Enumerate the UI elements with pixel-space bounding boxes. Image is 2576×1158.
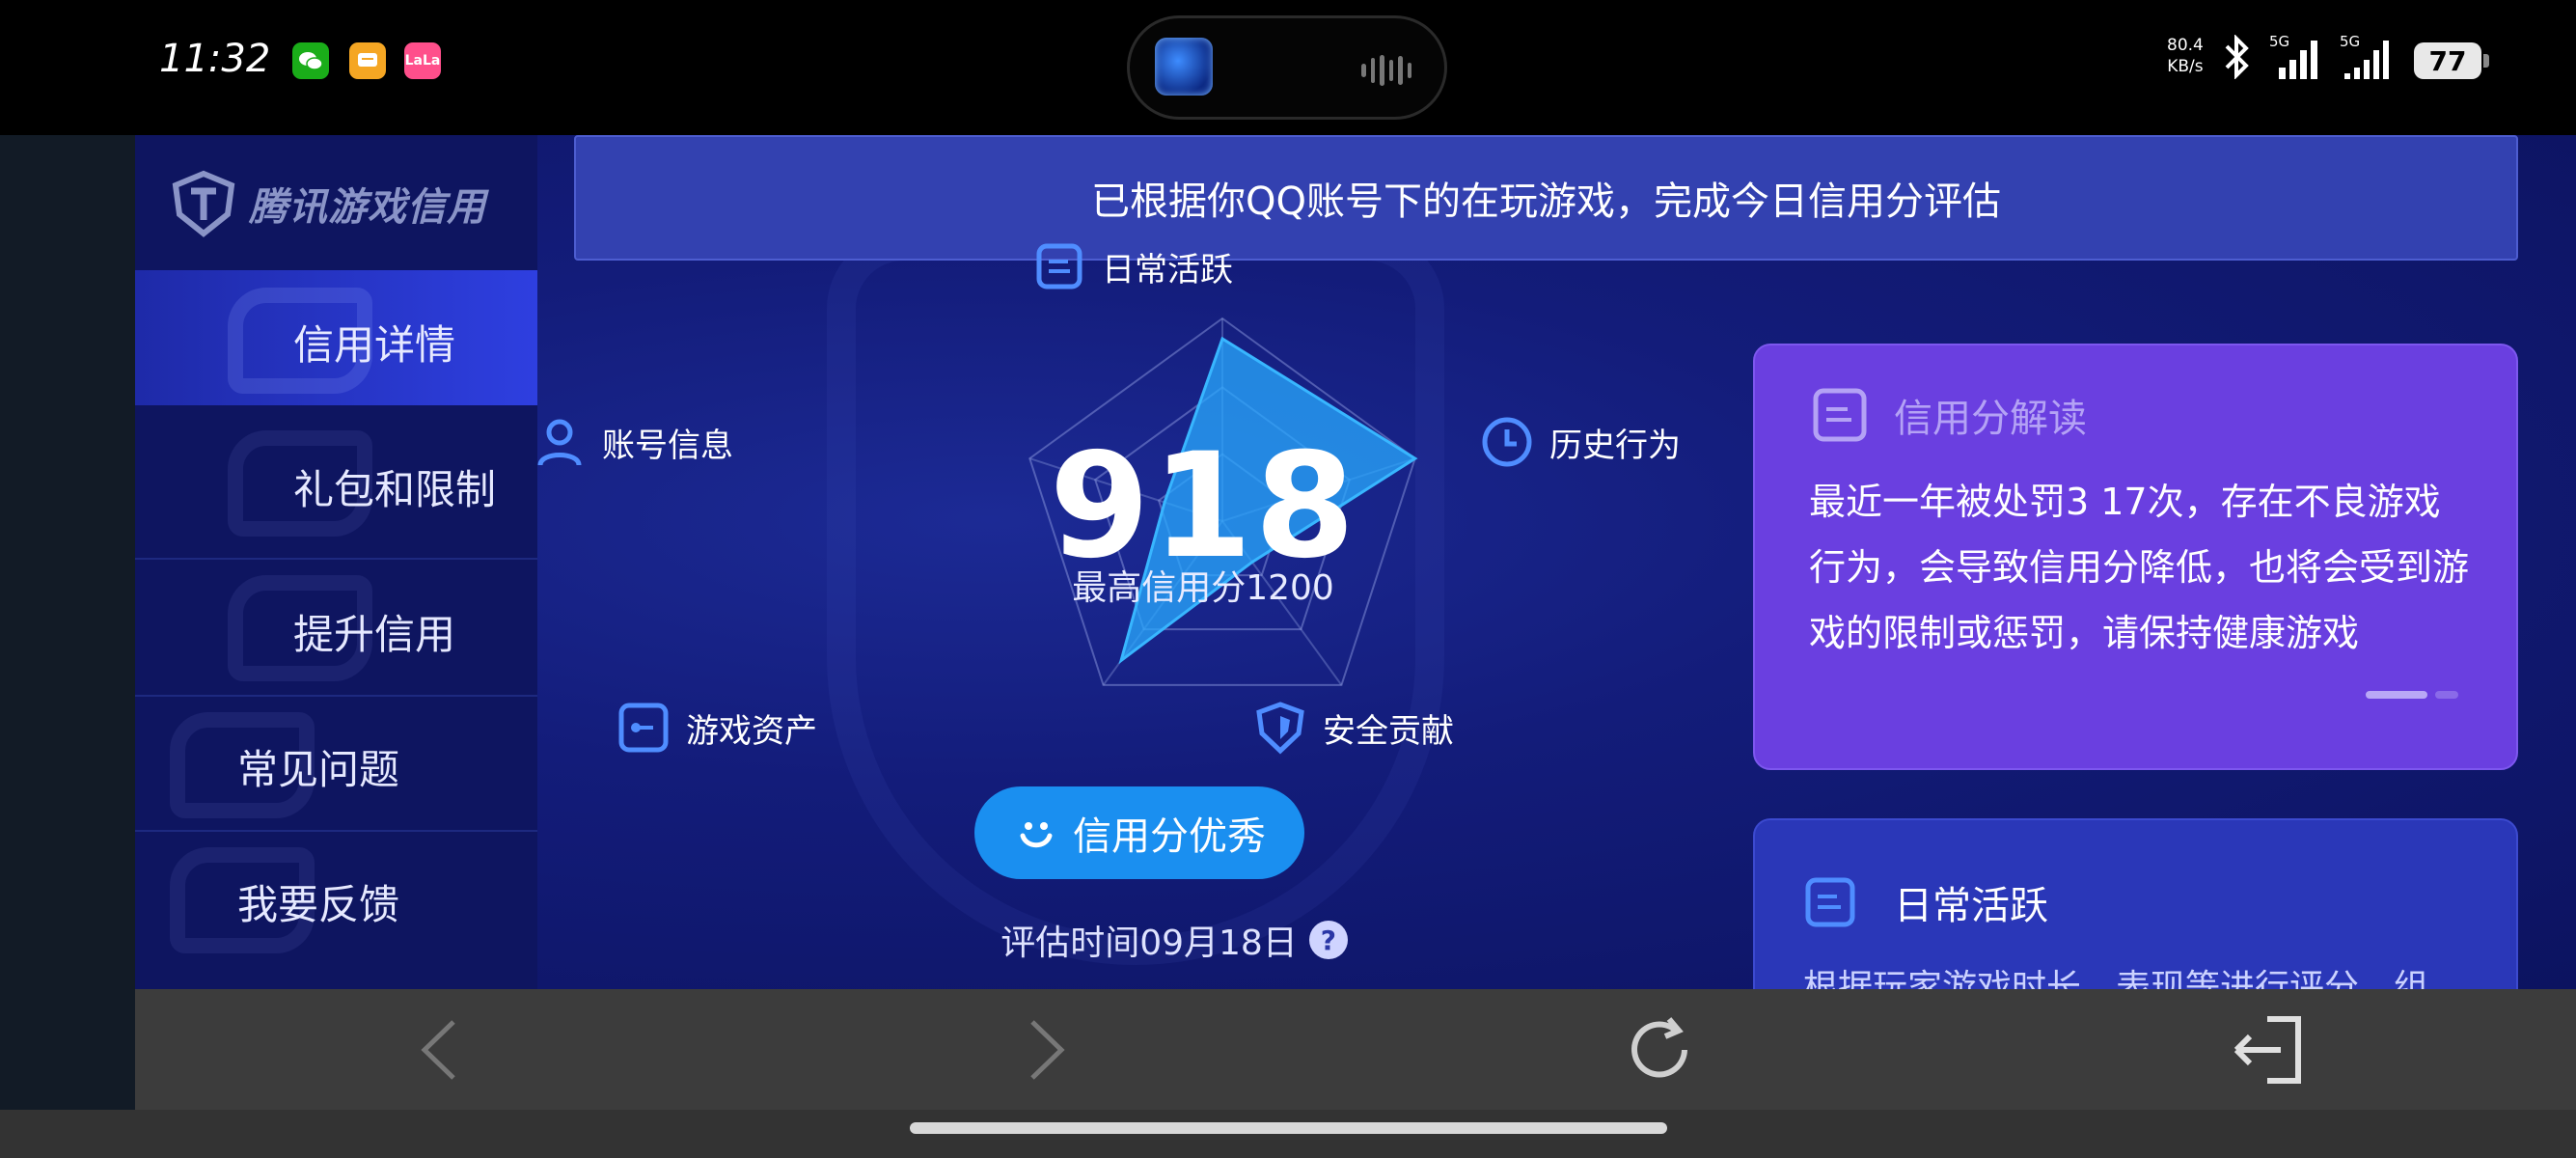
exit-button[interactable] [2224, 1006, 2311, 1093]
sidebar-item-credit-details[interactable]: 信用详情 [135, 270, 537, 405]
message-icon [349, 42, 386, 79]
sidebar-item-label: 我要反馈 [237, 881, 400, 928]
refresh-icon [1631, 1017, 1687, 1078]
card-body: 根据玩家游戏时长、表现等进行评分，组 [1803, 968, 2429, 989]
left-edge-strip [0, 135, 135, 1110]
card-header: 信用分解读 [1811, 386, 2087, 444]
evaluation-time-text: 评估时间09月18日 [1000, 924, 1298, 963]
user-icon [533, 415, 587, 469]
dot [2435, 691, 2458, 699]
back-button[interactable] [396, 1006, 482, 1093]
sidebar-item-label: 礼包和限制 [293, 466, 497, 513]
axis-history[interactable]: 历史行为 [1480, 415, 1681, 469]
main-content: 已根据你QQ账号下的在玩游戏，完成今日信用分评估 918 最高信用分1200 日… [537, 135, 2576, 989]
axis-label: 历史行为 [1549, 426, 1681, 465]
app-badge-text: LaLa [404, 53, 441, 69]
evaluation-banner: 已根据你QQ账号下的在玩游戏，完成今日信用分评估 [574, 135, 2518, 261]
axis-label: 账号信息 [602, 426, 733, 465]
axis-account-info[interactable]: 账号信息 [533, 415, 733, 469]
brand-logo: 腾讯游戏信用 [172, 170, 486, 237]
status-bar: 11:32 LaLa 80.4 KB/s 5G 5G 77 [0, 0, 2576, 135]
evaluation-time: 评估时间09月18日 ? [943, 915, 1406, 965]
axis-label: 日常活跃 [1102, 250, 1233, 290]
shield-logo-icon [172, 170, 235, 237]
credit-level-button[interactable]: 信用分优秀 [974, 786, 1304, 879]
browser-bottom-bar [135, 989, 2576, 1110]
battery-level: 77 [2428, 44, 2467, 77]
smile-icon [1020, 822, 1053, 848]
app-window: 腾讯游戏信用 信用详情 礼包和限制 提升信用 常见问题 我要反馈 已根据你QQ账… [135, 135, 2576, 989]
card-title: 信用分解读 [1894, 397, 2087, 441]
sidebar-item-improve-credit[interactable]: 提升信用 [135, 560, 537, 695]
audio-wave-icon [1361, 55, 1411, 86]
chevron-right-icon [1030, 1020, 1065, 1080]
axis-label: 安全贡献 [1323, 711, 1454, 751]
sidebar-item-faq[interactable]: 常见问题 [135, 695, 537, 830]
sidebar-item-label: 提升信用 [293, 611, 456, 658]
forward-button[interactable] [1003, 1006, 1090, 1093]
dot-active [2366, 691, 2427, 699]
brand-name: 腾讯游戏信用 [249, 185, 486, 230]
score-interpretation-card: 信用分解读 最近一年被处罚3 17次，存在不良游戏行为，会导致信用分降低，也将会… [1753, 344, 2518, 770]
document-icon [1805, 877, 1855, 927]
wechat-icon [292, 42, 329, 79]
qq-music-icon: LaLa [404, 42, 441, 79]
net-speed-value: 80.4 [2167, 36, 2204, 55]
network-speed: 80.4 KB/s [2167, 35, 2204, 77]
pagination-dots[interactable] [2366, 691, 2458, 699]
card-body: 最近一年被处罚3 17次，存在不良游戏行为，会导致信用分降低，也将会受到游戏的限… [1809, 481, 2470, 654]
sidebar: 腾讯游戏信用 信用详情 礼包和限制 提升信用 常见问题 我要反馈 [135, 135, 537, 989]
card-header: 日常活跃 [1803, 874, 2048, 930]
net-speed-unit: KB/s [2167, 57, 2204, 76]
sidebar-item-feedback[interactable]: 我要反馈 [135, 830, 537, 965]
clock: 11:32 [159, 37, 271, 81]
axis-game-assets[interactable]: 游戏资产 [617, 701, 817, 755]
daily-activity-card: 日常活跃 根据玩家游戏时长、表现等进行评分，组 [1753, 818, 2518, 989]
document-icon [1032, 239, 1086, 293]
sidebar-item-label: 常见问题 [237, 746, 400, 793]
gesture-bar [0, 1110, 2576, 1158]
sidebar-item-gifts-limits[interactable]: 礼包和限制 [135, 415, 537, 550]
dynamic-island[interactable] [1127, 15, 1447, 120]
help-icon[interactable]: ? [1308, 921, 1348, 959]
chevron-left-icon [421, 1020, 455, 1080]
now-playing-artwork [1155, 38, 1213, 96]
shield-icon [1253, 701, 1307, 755]
document-icon [1813, 388, 1867, 442]
clock-icon [1480, 415, 1534, 469]
bluetooth-icon [2219, 34, 2254, 89]
refresh-button[interactable] [1616, 1006, 1703, 1093]
axis-security[interactable]: 安全贡献 [1253, 701, 1454, 755]
max-score-label: 最高信用分1200 [1072, 568, 1334, 608]
home-indicator[interactable] [910, 1122, 1667, 1134]
credit-level-label: 信用分优秀 [1073, 814, 1266, 859]
exit-icon [2233, 1016, 2301, 1084]
battery-tip [2483, 54, 2489, 68]
signal-icon-1 [2277, 39, 2325, 81]
key-icon [617, 701, 671, 755]
sidebar-item-label: 信用详情 [293, 321, 456, 369]
credit-score-value: 918 [1049, 423, 1357, 591]
card-title: 日常活跃 [1894, 884, 2048, 928]
axis-daily-activity[interactable]: 日常活跃 [1032, 239, 1233, 293]
battery-icon: 77 [2414, 42, 2481, 79]
axis-label: 游戏资产 [686, 711, 817, 751]
signal-icon-2 [2343, 39, 2391, 81]
